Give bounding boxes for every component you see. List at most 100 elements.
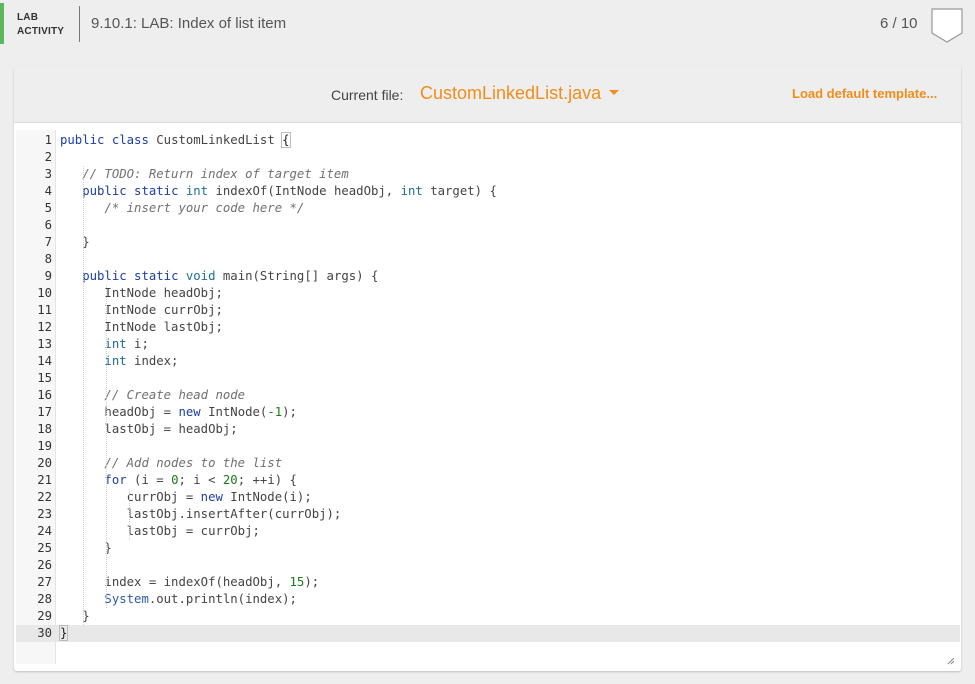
code-token: IntNode currObj; — [60, 303, 223, 317]
code-token: static — [134, 269, 179, 283]
code-line: 12 IntNode lastObj; — [16, 319, 960, 336]
code-token: public — [60, 133, 105, 147]
line-number: 8 — [44, 252, 52, 266]
lab-tag-line2: ACTIVITY — [17, 26, 65, 37]
code-token: new — [178, 405, 201, 419]
code-text: // TODO: Return index of target item — [60, 166, 349, 183]
code-token: headObj = — [60, 405, 179, 419]
code-token: new — [200, 490, 223, 504]
caret-down-icon — [609, 89, 620, 95]
code-token: index; — [126, 354, 179, 368]
line-number: 9 — [44, 269, 52, 283]
code-token: /* insert your code here */ — [104, 201, 305, 215]
line-number: 2 — [44, 150, 52, 164]
code-line: 11 IntNode currObj; — [16, 302, 960, 319]
code-editor[interactable]: 1 public class CustomLinkedList {2 3 // TO… — [16, 130, 960, 664]
header-divider — [79, 6, 80, 42]
code-text: index = indexOf(headObj, 15); — [60, 574, 319, 591]
code-line: 15 — [16, 370, 960, 387]
file-selector-dropdown[interactable]: CustomLinkedList.java — [420, 83, 620, 104]
line-number: 7 — [44, 235, 52, 249]
code-line: 21 for (i = 0; i < 20; ++i) { — [16, 472, 960, 489]
code-token: IntNode( — [200, 405, 268, 419]
code-token: i; — [126, 337, 149, 351]
line-number: 18 — [37, 422, 52, 436]
line-number: 29 — [37, 609, 52, 623]
line-number: 4 — [44, 184, 52, 198]
line-number: 23 — [37, 507, 52, 521]
line-number: 22 — [37, 490, 52, 504]
lab-header: LAB ACTIVITY 9.10.1: LAB: Index of list … — [0, 0, 975, 48]
code-line: 3 // TODO: Return index of target item — [16, 166, 960, 183]
code-line: 2 — [16, 149, 960, 166]
code-text: currObj = new IntNode(i); — [60, 489, 312, 506]
line-number: 15 — [37, 371, 52, 385]
code-line: 27 index = indexOf(headObj, 15); — [16, 574, 960, 591]
code-line: 29 } — [16, 608, 960, 625]
code-line: 8 — [16, 251, 960, 268]
lab-tag-line1: LAB — [17, 12, 39, 23]
code-token: lastObj.insertAfter(currObj); — [60, 507, 342, 521]
code-text: public static int indexOf(IntNode headOb… — [60, 183, 497, 200]
code-token: // Add nodes to the list — [104, 456, 283, 470]
code-token: public — [82, 184, 127, 198]
code-token: int — [400, 184, 423, 198]
code-line: 6 — [16, 217, 960, 234]
page-title: 9.10.1: LAB: Index of list item — [91, 15, 287, 32]
code-token: main(String[] args) { — [215, 269, 379, 283]
code-text: int i; — [60, 336, 149, 353]
code-line: 17 headObj = new IntNode(-1); — [16, 404, 960, 421]
line-number: 30 — [37, 626, 52, 640]
line-number: 3 — [44, 167, 52, 181]
line-number: 21 — [37, 473, 52, 487]
code-text: // Create head node — [60, 387, 245, 404]
code-token: } — [60, 235, 90, 249]
code-token: } — [58, 625, 69, 641]
code-token: for — [104, 473, 127, 487]
current-file-label: Current file: — [331, 87, 404, 103]
code-token: public — [82, 269, 127, 283]
code-text: public static void main(String[] args) { — [60, 268, 378, 285]
code-token: IntNode(i); — [222, 490, 312, 504]
code-token: int — [104, 337, 127, 351]
code-token: CustomLinkedList — [148, 133, 283, 147]
code-line: 16 // Create head node — [16, 387, 960, 404]
code-token: } — [60, 609, 90, 623]
code-token: (i = — [126, 473, 172, 487]
code-token: 20 — [222, 473, 238, 487]
line-number: 14 — [37, 354, 52, 368]
line-number: 13 — [37, 337, 52, 351]
code-text: } — [58, 625, 69, 642]
file-name-text: CustomLinkedList.java — [420, 83, 602, 103]
code-line: 28 System.out.println(index); — [16, 591, 960, 608]
code-text: // Add nodes to the list — [60, 455, 282, 472]
header-accent-bar — [0, 3, 4, 44]
code-text: IntNode headObj; — [60, 285, 222, 302]
line-number: 11 — [37, 303, 52, 317]
code-token: void — [185, 269, 216, 283]
load-default-template-link[interactable]: Load default template... — [792, 86, 937, 101]
line-number: 6 — [44, 218, 52, 232]
line-number: 26 — [37, 558, 52, 572]
code-text: headObj = new IntNode(-1); — [60, 404, 297, 421]
line-number: 25 — [37, 541, 52, 555]
code-token: IntNode lastObj; — [60, 320, 223, 334]
code-text: } — [60, 540, 111, 557]
line-number: 12 — [37, 320, 52, 334]
resize-handle-icon[interactable] — [947, 657, 955, 665]
code-line: 26 — [16, 557, 960, 574]
code-line: 5 /* insert your code here */ — [16, 200, 960, 217]
code-line: 23 lastObj.insertAfter(currObj); — [16, 506, 960, 523]
editor-toolbar: Current file: CustomLinkedList.java Load… — [14, 66, 961, 123]
code-text: } — [60, 234, 90, 251]
code-line: 22 currObj = new IntNode(i); — [16, 489, 960, 506]
code-token: ; ++i) { — [237, 473, 297, 487]
score-display: 6 / 10 — [880, 15, 918, 32]
code-token: class — [111, 133, 149, 147]
code-token: indexOf(IntNode headObj, — [208, 184, 401, 198]
